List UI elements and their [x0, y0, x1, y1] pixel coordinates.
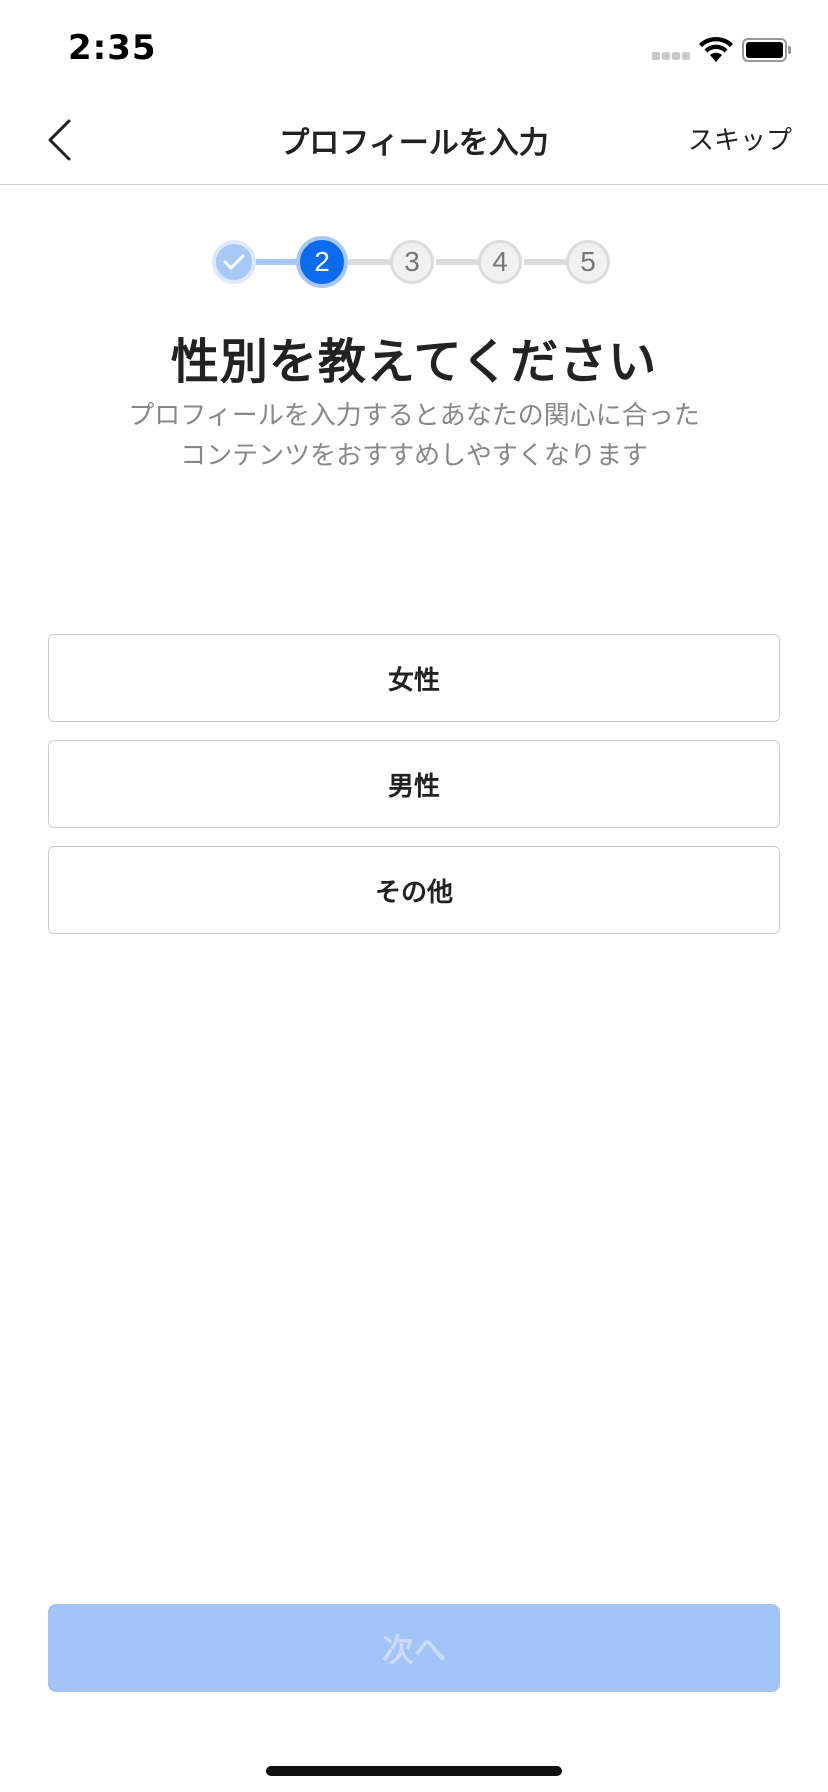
skip-button[interactable]: スキップ: [688, 120, 792, 157]
question-title: 性別を教えてください: [170, 334, 658, 390]
checkmark-icon: [223, 254, 245, 270]
option-female-button[interactable]: 女性: [48, 634, 780, 722]
step-2-current: 2: [296, 236, 348, 288]
status-time: 2:35: [68, 28, 157, 68]
progress-stepper: 2 3 4 5: [0, 234, 828, 290]
step-4: 4: [478, 240, 522, 284]
nav-bar: プロフィールを入力 スキップ: [0, 96, 828, 185]
wifi-icon: [698, 36, 734, 64]
option-male-button[interactable]: 男性: [48, 740, 780, 828]
step-5: 5: [566, 240, 610, 284]
step-1-completed: [212, 240, 256, 284]
next-button[interactable]: 次へ: [48, 1604, 780, 1692]
cellular-signal-icon: [652, 52, 692, 64]
option-other-button[interactable]: その他: [48, 846, 780, 934]
description-line: コンテンツをおすすめしやすくなります: [180, 441, 648, 471]
description-line: プロフィールを入力するとあなたの関心に合った: [128, 401, 700, 431]
home-indicator[interactable]: [266, 1766, 562, 1776]
profile-gender-screen: 2:35 プロフィールを入力 スキップ 2 3 4 5 性別を教えてください プ…: [0, 0, 828, 1792]
status-bar: 2:35: [0, 0, 828, 96]
question-description: プロフィールを入力するとあなたの関心に合った コンテンツをおすすめしやすくなりま…: [80, 396, 748, 476]
step-3: 3: [390, 240, 434, 284]
battery-icon: [742, 38, 792, 62]
